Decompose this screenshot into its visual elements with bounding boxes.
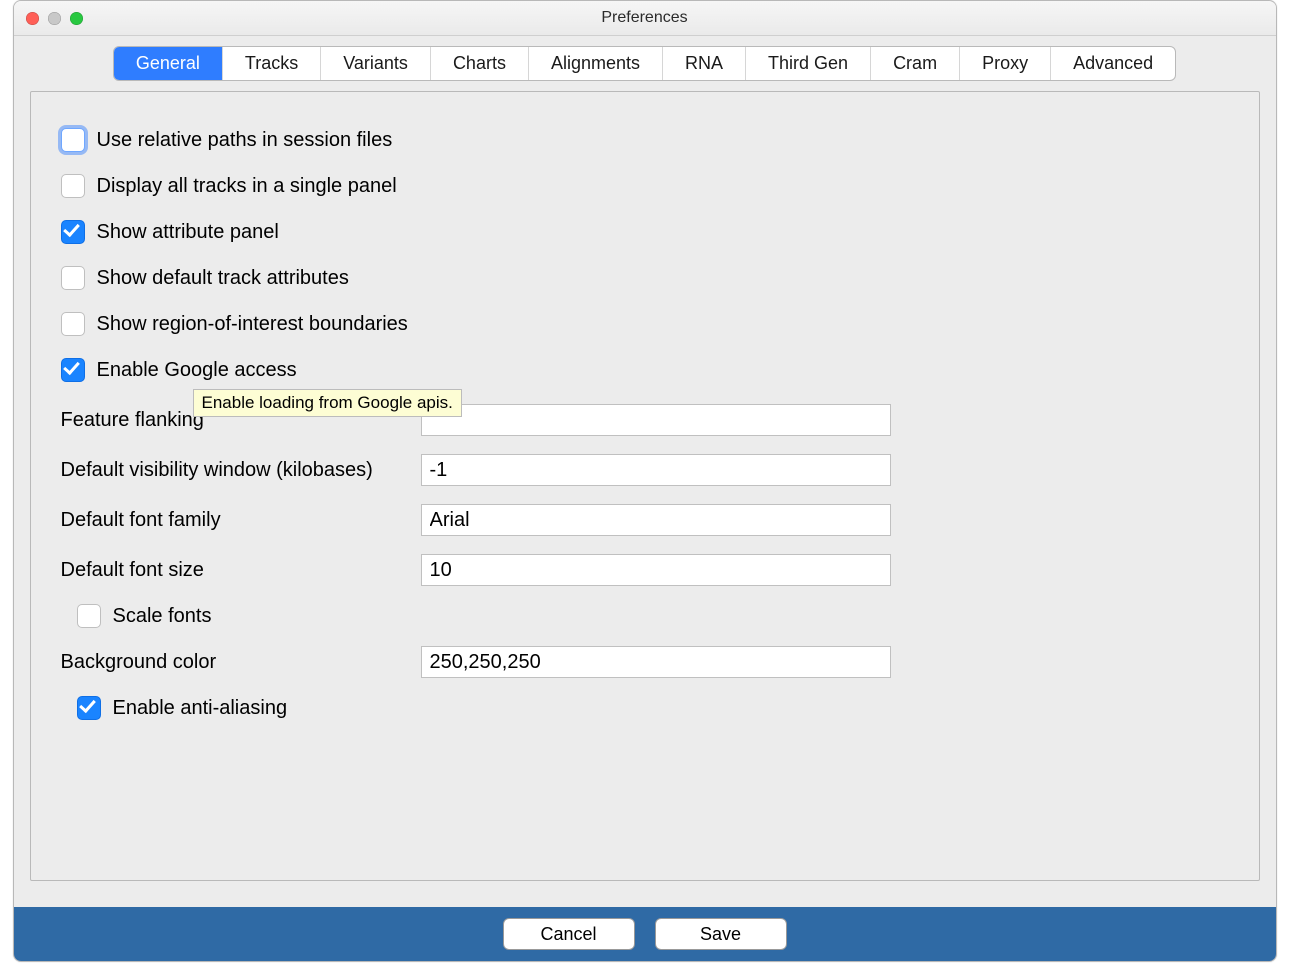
google-access-tooltip: Enable loading from Google apis.	[193, 389, 462, 417]
google-access-label: Enable Google access	[97, 359, 297, 382]
anti-aliasing-label: Enable anti-aliasing	[113, 697, 288, 720]
single-panel-checkbox[interactable]	[61, 174, 85, 198]
tab-general[interactable]: General	[114, 47, 223, 80]
tab-proxy[interactable]: Proxy	[960, 47, 1051, 80]
single-panel-label: Display all tracks in a single panel	[97, 175, 397, 198]
scale-fonts-checkbox[interactable]	[77, 604, 101, 628]
tab-rna[interactable]: RNA	[663, 47, 746, 80]
google-access-checkbox[interactable]	[61, 358, 85, 382]
attribute-panel-label: Show attribute panel	[97, 221, 279, 244]
save-button[interactable]: Save	[655, 918, 787, 950]
font-size-input[interactable]	[421, 554, 891, 586]
roi-boundaries-checkbox[interactable]	[61, 312, 85, 336]
relative-paths-checkbox[interactable]	[61, 128, 85, 152]
tab-third-gen[interactable]: Third Gen	[746, 47, 871, 80]
anti-aliasing-checkbox[interactable]	[77, 696, 101, 720]
visibility-window-input[interactable]	[421, 454, 891, 486]
tab-bar: GeneralTracksVariantsChartsAlignmentsRNA…	[113, 46, 1176, 81]
default-attrs-label: Show default track attributes	[97, 267, 349, 290]
general-panel: Use relative paths in session files Disp…	[30, 91, 1260, 881]
dialog-footer: Cancel Save	[14, 907, 1276, 961]
title-bar: Preferences	[14, 1, 1276, 36]
visibility-window-label: Default visibility window (kilobases)	[61, 459, 421, 482]
scale-fonts-label: Scale fonts	[113, 605, 212, 628]
default-attrs-checkbox[interactable]	[61, 266, 85, 290]
font-family-input[interactable]	[421, 504, 891, 536]
background-color-input[interactable]	[421, 646, 891, 678]
font-family-label: Default font family	[61, 509, 421, 532]
roi-boundaries-label: Show region-of-interest boundaries	[97, 313, 408, 336]
tab-cram[interactable]: Cram	[871, 47, 960, 80]
tab-advanced[interactable]: Advanced	[1051, 47, 1175, 80]
tab-tracks[interactable]: Tracks	[223, 47, 321, 80]
relative-paths-label: Use relative paths in session files	[97, 129, 393, 152]
feature-flanking-input[interactable]	[421, 404, 891, 436]
window-title: Preferences	[14, 9, 1276, 27]
tab-charts[interactable]: Charts	[431, 47, 529, 80]
cancel-button[interactable]: Cancel	[503, 918, 635, 950]
font-size-label: Default font size	[61, 559, 421, 582]
attribute-panel-checkbox[interactable]	[61, 220, 85, 244]
tab-variants[interactable]: Variants	[321, 47, 431, 80]
background-color-label: Background color	[61, 651, 421, 674]
tab-alignments[interactable]: Alignments	[529, 47, 663, 80]
